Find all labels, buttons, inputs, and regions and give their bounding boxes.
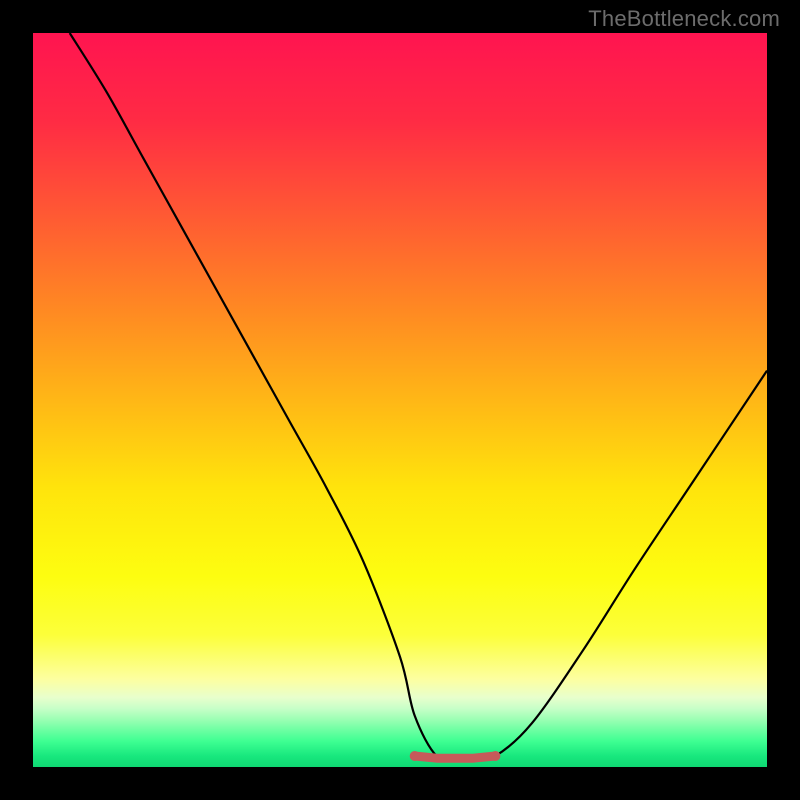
optimal-range-marker-end — [490, 751, 500, 761]
chart-frame: TheBottleneck.com — [0, 0, 800, 800]
optimal-range-marker-start — [410, 751, 420, 761]
bottleneck-curve-path — [70, 33, 767, 760]
plot-area — [33, 33, 767, 767]
optimal-range-marker-path — [415, 756, 496, 758]
watermark-text: TheBottleneck.com — [588, 6, 780, 32]
curve-layer — [33, 33, 767, 767]
